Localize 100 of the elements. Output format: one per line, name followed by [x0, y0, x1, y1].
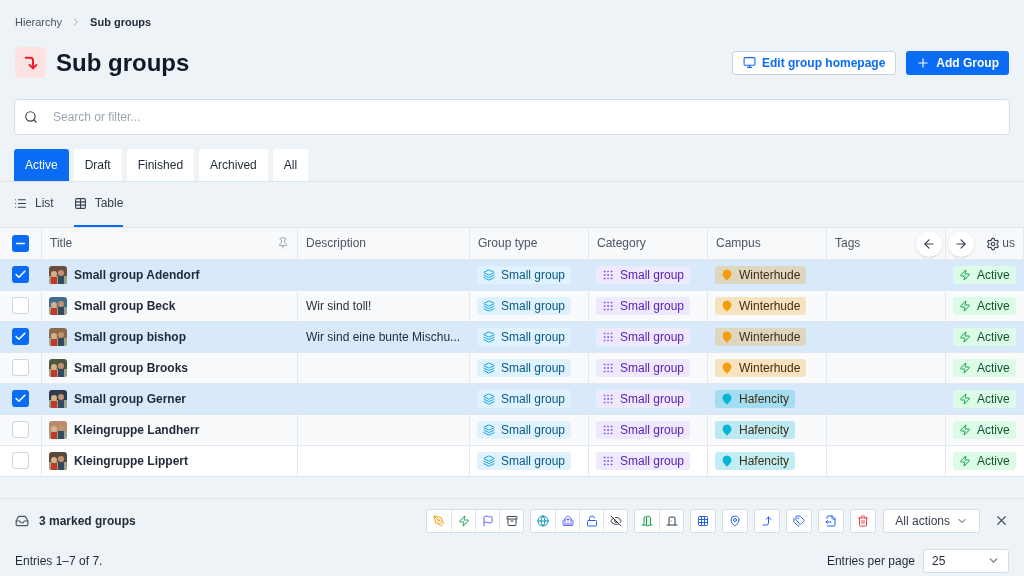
dots-grid-icon — [602, 268, 614, 281]
category-tag: Small group — [596, 451, 691, 470]
campus-tag: Winterhude — [715, 327, 807, 346]
table-row[interactable]: Small group Beck Wir sind toll! Small group Small group Winterhude Active — [0, 289, 1024, 321]
breadcrumb-link[interactable]: Hierarchy — [15, 14, 63, 31]
status-tab[interactable]: Archived — [199, 148, 268, 181]
layers-icon — [483, 299, 495, 312]
bolt-icon — [959, 299, 971, 312]
check-icon — [14, 330, 27, 343]
search-icon — [24, 109, 38, 124]
column-header[interactable]: Description — [306, 234, 367, 252]
flag-icon — [481, 514, 494, 527]
group-title[interactable]: Small group Adendorf — [74, 265, 200, 284]
dots-grid-icon — [602, 392, 614, 405]
group-title[interactable]: Small group Brooks — [74, 358, 189, 377]
group-type-tag: Small group — [477, 327, 572, 346]
layers-icon — [483, 330, 495, 343]
table-cell-text: Wir sind eine bunte Mischu... — [306, 328, 461, 346]
group-title[interactable]: Small group Beck — [74, 296, 176, 315]
group-type-tag: Small group — [477, 451, 572, 470]
status-tab[interactable]: All — [272, 148, 309, 181]
layers-icon — [483, 392, 495, 405]
checkbox[interactable] — [12, 266, 29, 283]
category-tag: Small group — [596, 389, 691, 408]
group-title[interactable]: Small group Gerner — [74, 389, 187, 408]
file-export-icon — [825, 514, 838, 527]
group-title[interactable]: Kleingruppe Lippert — [74, 451, 188, 470]
status-tab[interactable]: Draft — [73, 148, 122, 181]
arrow-icon — [22, 54, 39, 71]
category-tag: Small group — [596, 420, 691, 439]
unlock-icon — [585, 514, 598, 527]
status-tag: Active — [953, 420, 1016, 439]
column-header[interactable]: us — [1002, 234, 1015, 252]
layers-icon — [483, 454, 495, 467]
status-tag: Active — [953, 451, 1016, 470]
table-row[interactable]: Kleingruppe Landherr Small group Small group Hafencity Active — [0, 413, 1024, 445]
campus-tag: Hafencity — [715, 389, 796, 408]
checkbox[interactable] — [12, 359, 29, 376]
checkbox[interactable] — [12, 234, 29, 252]
column-header[interactable]: Title — [50, 234, 73, 252]
stack-icon — [15, 513, 29, 528]
status-tag: Active — [953, 327, 1016, 346]
breadcrumb-current: Sub groups — [90, 15, 152, 30]
close-button[interactable] — [994, 513, 1009, 528]
door-icon — [665, 514, 678, 527]
globe-icon — [537, 514, 550, 527]
group-type-tag: Small group — [477, 296, 572, 315]
table-cell-text: Wir sind toll! — [306, 297, 372, 315]
category-tag: Small group — [596, 327, 691, 346]
bolt-icon — [959, 423, 971, 436]
grid-icon — [697, 514, 710, 527]
church-icon — [561, 514, 574, 527]
dots-grid-icon — [602, 454, 614, 467]
close-icon — [994, 513, 1009, 528]
bolt-icon — [959, 454, 971, 467]
dots-grid-icon — [602, 299, 614, 312]
checkbox[interactable] — [12, 452, 29, 469]
bolt-icon — [959, 330, 971, 343]
table-row[interactable]: Small group Brooks Small group Small group Winterhude Active — [0, 351, 1024, 383]
all-actions-dropdown[interactable]: All actions — [883, 508, 980, 533]
status-tag: Active — [953, 265, 1016, 284]
campus-tag: Hafencity — [715, 420, 796, 439]
checkbox[interactable] — [12, 328, 29, 345]
campus-tag: Winterhude — [715, 358, 807, 377]
edit-homepage-button[interactable]: Edit group homepage — [732, 50, 897, 75]
turn-arrow-icon — [761, 514, 774, 527]
add-group-button[interactable]: Add Group — [906, 50, 1009, 75]
monitor-icon — [743, 56, 756, 69]
view-tab[interactable]: List — [14, 181, 54, 227]
status-tab[interactable]: Active — [14, 148, 69, 181]
arrow-right-icon — [954, 236, 968, 251]
search-field[interactable]: Search or filter... — [14, 98, 1010, 135]
column-header[interactable]: Group type — [478, 234, 538, 252]
table-row[interactable]: Small group bishop Wir sind eine bunte Mischu... Small group Small group Winterhude Active — [0, 320, 1024, 352]
layers-icon — [483, 361, 495, 374]
layers-icon — [483, 423, 495, 436]
checkbox[interactable] — [12, 390, 29, 407]
pin-icon — [729, 514, 742, 527]
group-title[interactable]: Kleingruppe Landherr — [74, 420, 200, 439]
per-page-label: Entries per page — [826, 552, 915, 570]
campus-tag: Winterhude — [715, 265, 807, 284]
category-tag: Small group — [596, 358, 691, 377]
column-header[interactable]: Campus — [716, 234, 761, 252]
door-open-icon — [641, 514, 654, 527]
column-header[interactable]: Category — [597, 234, 646, 252]
table-row[interactable]: Kleingruppe Lippert Small group Small group Hafencity Active — [0, 444, 1024, 476]
column-header[interactable]: Tags — [835, 234, 861, 252]
check-icon — [14, 268, 27, 281]
bolt-icon — [959, 268, 971, 281]
table-row[interactable]: Small group Gerner Small group Small group Hafencity Active — [0, 382, 1024, 414]
checkbox[interactable] — [12, 421, 29, 438]
group-title[interactable]: Small group bishop — [74, 327, 186, 346]
status-tab[interactable]: Finished — [126, 148, 195, 181]
table-row[interactable]: Small group Adendorf Small group Small group Winterhude Active — [0, 258, 1024, 290]
per-page-select[interactable]: 25 — [923, 548, 1009, 573]
arrow-left-icon — [922, 236, 936, 251]
bolt-icon — [457, 514, 470, 527]
checkbox[interactable] — [12, 297, 29, 314]
pin-icon[interactable] — [277, 237, 289, 249]
dots-grid-icon — [602, 361, 614, 374]
